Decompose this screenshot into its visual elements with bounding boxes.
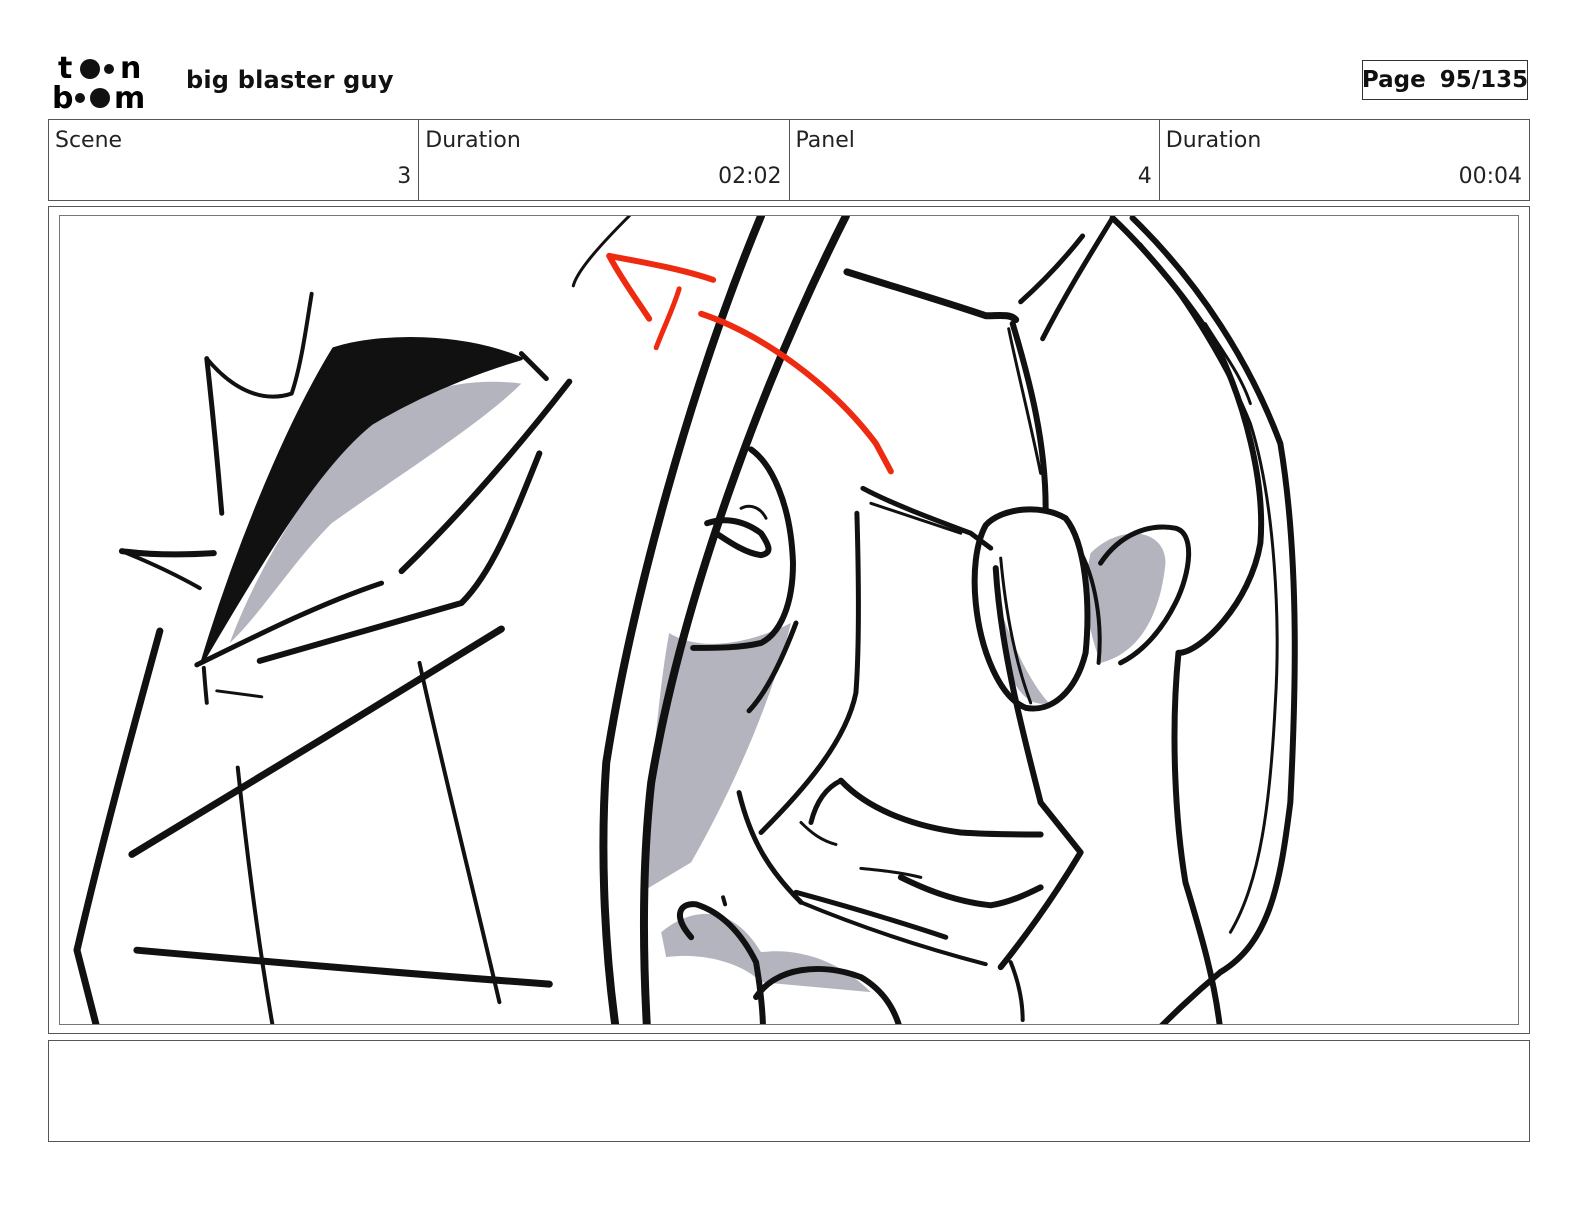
panel-label: Panel [795, 128, 855, 153]
panel-duration-label: Duration [1165, 128, 1262, 153]
toon-boom-logo: t n b m [52, 50, 164, 112]
toon-boom-logo-icon: t n b m [52, 51, 145, 112]
scene-duration-cell: Duration 02:02 [419, 120, 790, 200]
panel-duration-value: 00:04 [1458, 164, 1522, 189]
panel-value: 4 [1137, 164, 1152, 189]
panel-duration-cell: Duration 00:04 [1160, 120, 1529, 200]
panel-info-row: Scene 3 Duration 02:02 Panel 4 Duration … [48, 119, 1530, 201]
scene-duration-label: Duration [425, 128, 521, 153]
sketch-drawing [73, 216, 1298, 1024]
scene-cell: Scene 3 [49, 120, 420, 200]
page-number: 95/135 [1439, 67, 1529, 93]
svg-text:b: b [52, 81, 73, 112]
panel-notes-box [48, 1040, 1530, 1142]
page-indicator: Page 95/135 [1362, 60, 1528, 100]
storyboard-panel-frame [48, 206, 1530, 1034]
page-label: Page [1361, 67, 1426, 93]
storyboard-panel-image [59, 215, 1519, 1025]
panel-cell: Panel 4 [790, 120, 1160, 200]
scene-label: Scene [55, 128, 123, 153]
scene-value: 3 [397, 164, 412, 189]
svg-text:m: m [114, 81, 145, 112]
panel-notes-text [49, 1041, 1529, 1057]
project-title: big blaster guy [186, 66, 394, 94]
scene-duration-value: 02:02 [718, 164, 782, 189]
